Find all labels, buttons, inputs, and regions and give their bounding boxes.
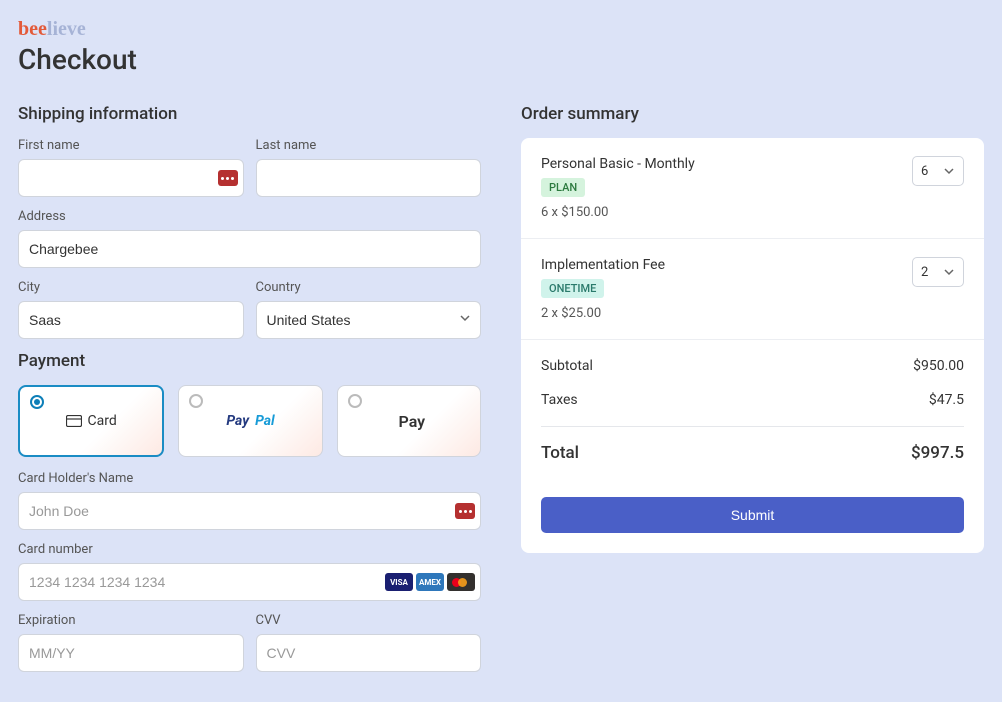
cardholder-input[interactable] bbox=[18, 492, 481, 530]
summary-item: Implementation Fee ONETIME 2 x $25.00 2 bbox=[521, 239, 984, 340]
address-input[interactable] bbox=[18, 230, 481, 268]
paypal-label-2: Pal bbox=[255, 413, 275, 429]
visa-icon: VISA bbox=[385, 573, 413, 591]
taxes-value: $47.5 bbox=[929, 392, 964, 408]
payment-option-applepay[interactable]: Pay bbox=[337, 385, 481, 457]
radio-icon bbox=[348, 394, 362, 408]
mastercard-icon bbox=[447, 573, 475, 591]
credit-card-icon bbox=[66, 415, 82, 427]
first-name-label: First name bbox=[18, 138, 244, 153]
city-input[interactable] bbox=[18, 301, 244, 339]
item-name: Personal Basic - Monthly bbox=[541, 156, 695, 172]
chevron-down-icon bbox=[943, 165, 955, 177]
expiration-input[interactable] bbox=[18, 634, 244, 672]
autofill-icon[interactable] bbox=[218, 170, 238, 186]
item-breakdown: 2 x $25.00 bbox=[541, 306, 601, 321]
country-select[interactable]: United States bbox=[256, 301, 482, 339]
plan-badge: PLAN bbox=[541, 178, 585, 197]
quantity-value: 2 bbox=[921, 265, 928, 280]
autofill-icon[interactable] bbox=[455, 503, 475, 519]
expiration-label: Expiration bbox=[18, 613, 244, 628]
cvv-input[interactable] bbox=[256, 634, 482, 672]
item-breakdown: 6 x $150.00 bbox=[541, 205, 608, 220]
payment-card-label: Card bbox=[88, 413, 117, 429]
onetime-badge: ONETIME bbox=[541, 279, 604, 298]
quantity-value: 6 bbox=[921, 164, 928, 179]
address-label: Address bbox=[18, 209, 481, 224]
cardholder-label: Card Holder's Name bbox=[18, 471, 481, 486]
summary-item: Personal Basic - Monthly PLAN 6 x $150.0… bbox=[521, 138, 984, 239]
total-label: Total bbox=[541, 443, 579, 463]
item-name: Implementation Fee bbox=[541, 257, 665, 273]
taxes-label: Taxes bbox=[541, 392, 578, 408]
applepay-label: Pay bbox=[399, 412, 426, 431]
shipping-heading: Shipping information bbox=[18, 104, 481, 124]
subtotal-value: $950.00 bbox=[913, 358, 964, 374]
brand-logo: beelieve bbox=[18, 18, 984, 41]
cvv-label: CVV bbox=[256, 613, 482, 628]
cardnumber-label: Card number bbox=[18, 542, 481, 557]
paypal-label-1: Pay bbox=[226, 413, 249, 429]
radio-selected-icon bbox=[30, 395, 44, 409]
submit-button[interactable]: Submit bbox=[541, 497, 964, 533]
last-name-input[interactable] bbox=[256, 159, 482, 197]
country-label: Country bbox=[256, 280, 482, 295]
card-brand-icons: VISA AMEX bbox=[385, 573, 475, 591]
payment-option-card[interactable]: Card bbox=[18, 385, 164, 457]
order-summary-card: Personal Basic - Monthly PLAN 6 x $150.0… bbox=[521, 138, 984, 553]
payment-option-paypal[interactable]: Pay Pal bbox=[178, 385, 322, 457]
subtotal-label: Subtotal bbox=[541, 358, 593, 374]
city-label: City bbox=[18, 280, 244, 295]
payment-heading: Payment bbox=[18, 351, 481, 371]
last-name-label: Last name bbox=[256, 138, 482, 153]
radio-icon bbox=[189, 394, 203, 408]
first-name-input[interactable] bbox=[18, 159, 244, 197]
page-title: Checkout bbox=[18, 43, 984, 76]
quantity-select[interactable]: 2 bbox=[912, 257, 964, 287]
order-summary-heading: Order summary bbox=[521, 104, 984, 124]
chevron-down-icon bbox=[943, 266, 955, 278]
amex-icon: AMEX bbox=[416, 573, 444, 591]
total-value: $997.5 bbox=[911, 443, 964, 463]
divider bbox=[541, 426, 964, 427]
quantity-select[interactable]: 6 bbox=[912, 156, 964, 186]
